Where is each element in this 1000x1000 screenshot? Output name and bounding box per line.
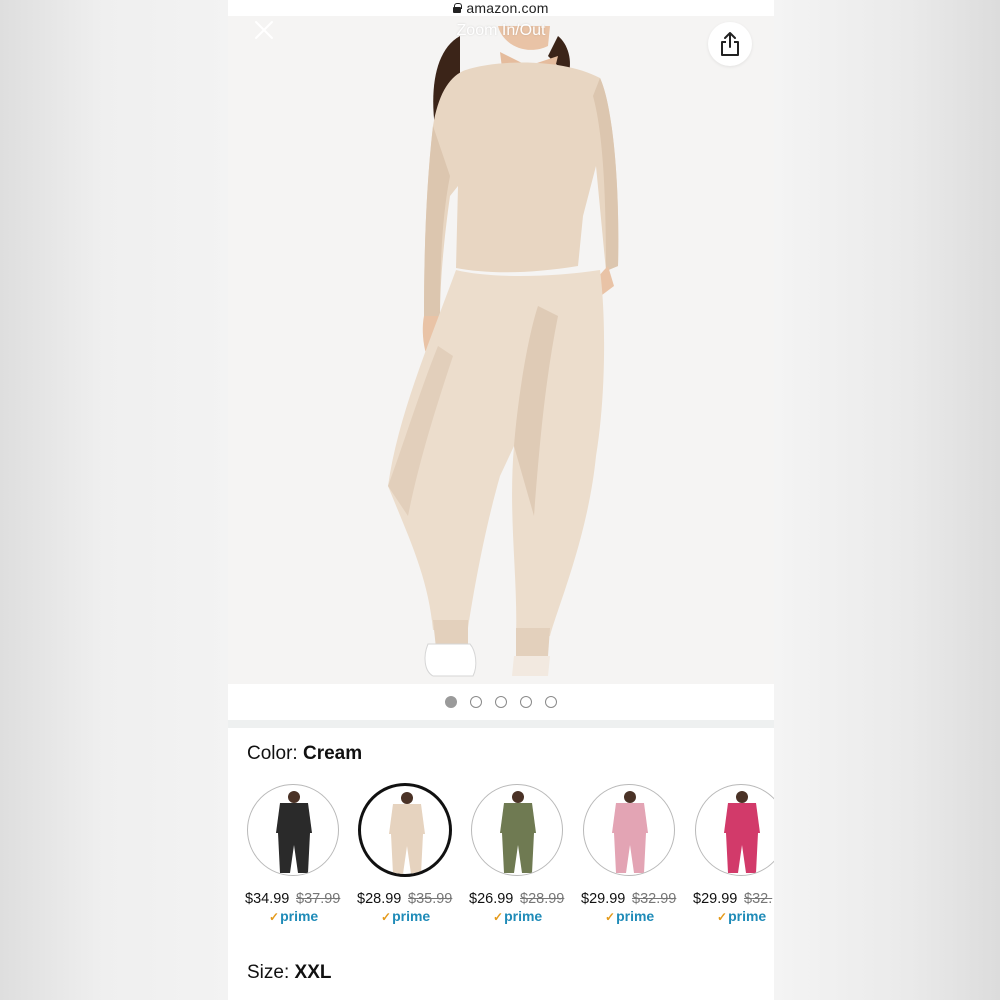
- color-heading: Color: Cream: [247, 743, 362, 765]
- prime-badge: ✓prime: [605, 908, 655, 924]
- mobile-screen: amazon.com Zoom In/Out Color: Cream $34.…: [228, 0, 774, 1000]
- swatch-list-price: $32.: [744, 891, 773, 907]
- share-icon[interactable]: [708, 22, 752, 66]
- swatch-price: $29.99: [581, 891, 626, 907]
- color-swatch-list: $34.99 $37.99 ✓prime $28.99 $35.99 ✓prim…: [228, 782, 774, 932]
- pagination-dot[interactable]: [520, 696, 532, 708]
- prime-badge: ✓prime: [269, 908, 319, 924]
- swatch-price: $34.99: [245, 891, 290, 907]
- swatch-price: $26.99: [469, 891, 514, 907]
- swatch-image: [471, 784, 563, 876]
- prime-badge: ✓prime: [381, 908, 431, 924]
- prime-check-icon: ✓: [605, 910, 616, 924]
- pagination-dot[interactable]: [495, 696, 507, 708]
- background-left: [0, 0, 228, 1000]
- background-right: [774, 0, 1000, 1000]
- section-divider: [228, 720, 774, 728]
- swatch-list-price: $37.99: [296, 891, 341, 907]
- color-swatch-rose[interactable]: $29.99 $32. ✓prime: [676, 782, 774, 932]
- selected-size: XXL: [294, 962, 332, 983]
- prime-badge: ✓prime: [717, 908, 767, 924]
- product-photo[interactable]: [228, 16, 774, 684]
- swatch-image: [247, 784, 339, 876]
- viewer-title: Zoom In/Out: [456, 22, 546, 39]
- image-pagination: [228, 684, 774, 720]
- address-bar[interactable]: amazon.com: [228, 0, 774, 16]
- swatch-list-price: $28.99: [520, 891, 565, 907]
- prime-check-icon: ✓: [269, 910, 280, 924]
- prime-badge: ✓prime: [493, 908, 543, 924]
- pagination-dot[interactable]: [545, 696, 557, 708]
- pagination-dot[interactable]: [445, 696, 457, 708]
- prime-check-icon: ✓: [493, 910, 504, 924]
- prime-check-icon: ✓: [381, 910, 392, 924]
- selected-color: Cream: [302, 743, 363, 764]
- domain-text: amazon.com: [466, 0, 549, 16]
- size-heading[interactable]: Size: XXL: [247, 962, 331, 984]
- swatch-price: $29.99: [693, 891, 738, 907]
- swatch-image: [583, 784, 675, 876]
- lock-icon: [453, 3, 463, 13]
- pagination-dot[interactable]: [470, 696, 482, 708]
- swatch-image: [695, 784, 774, 876]
- swatch-list-price: $35.99: [408, 891, 453, 907]
- swatch-image: [358, 783, 452, 877]
- swatch-list-price: $32.99: [632, 891, 677, 907]
- color-label: Color:: [247, 743, 298, 764]
- size-label: Size:: [247, 962, 290, 983]
- prime-check-icon: ✓: [717, 910, 728, 924]
- swatch-price: $28.99: [357, 891, 402, 907]
